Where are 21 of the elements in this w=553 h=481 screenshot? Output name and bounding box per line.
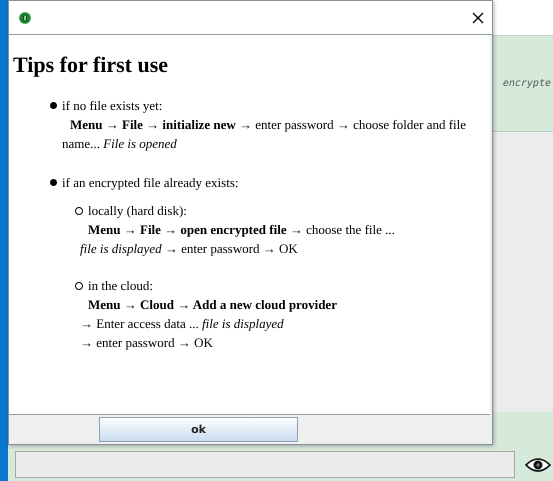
eye-icon[interactable] — [525, 457, 551, 473]
tip-text: Menu → File → initialize new → enter password → choose folder and file name... File is opened — [62, 116, 468, 153]
circle-bullet-icon — [75, 206, 83, 214]
tip-text: if an encrypted file already exists: — [62, 174, 239, 190]
ok-button[interactable]: ok — [99, 417, 298, 442]
tip-text: in the cloud: — [88, 278, 153, 294]
password-field[interactable] — [15, 451, 515, 478]
app-icon — [19, 12, 31, 24]
status-text: encrypte — [502, 78, 551, 89]
circle-bullet-icon — [75, 282, 83, 290]
tip-text: Menu → File → open encrypted file → choose the file ... — [88, 222, 395, 237]
tip-text: locally (hard disk): — [88, 202, 187, 218]
tip-text: → enter password → OK — [80, 335, 213, 350]
bullet-icon — [50, 102, 57, 109]
bullet-icon — [50, 179, 57, 186]
tip-text: if no file exists yet: — [62, 98, 162, 114]
tip-text: → Enter access data ... file is displayed — [80, 316, 284, 331]
close-icon[interactable] — [472, 12, 484, 24]
tips-heading: Tips for first use — [13, 52, 170, 78]
tip-text: file is displayed → enter password → OK — [80, 241, 298, 256]
tip-text: Menu → Cloud → Add a new cloud provider — [88, 297, 337, 312]
